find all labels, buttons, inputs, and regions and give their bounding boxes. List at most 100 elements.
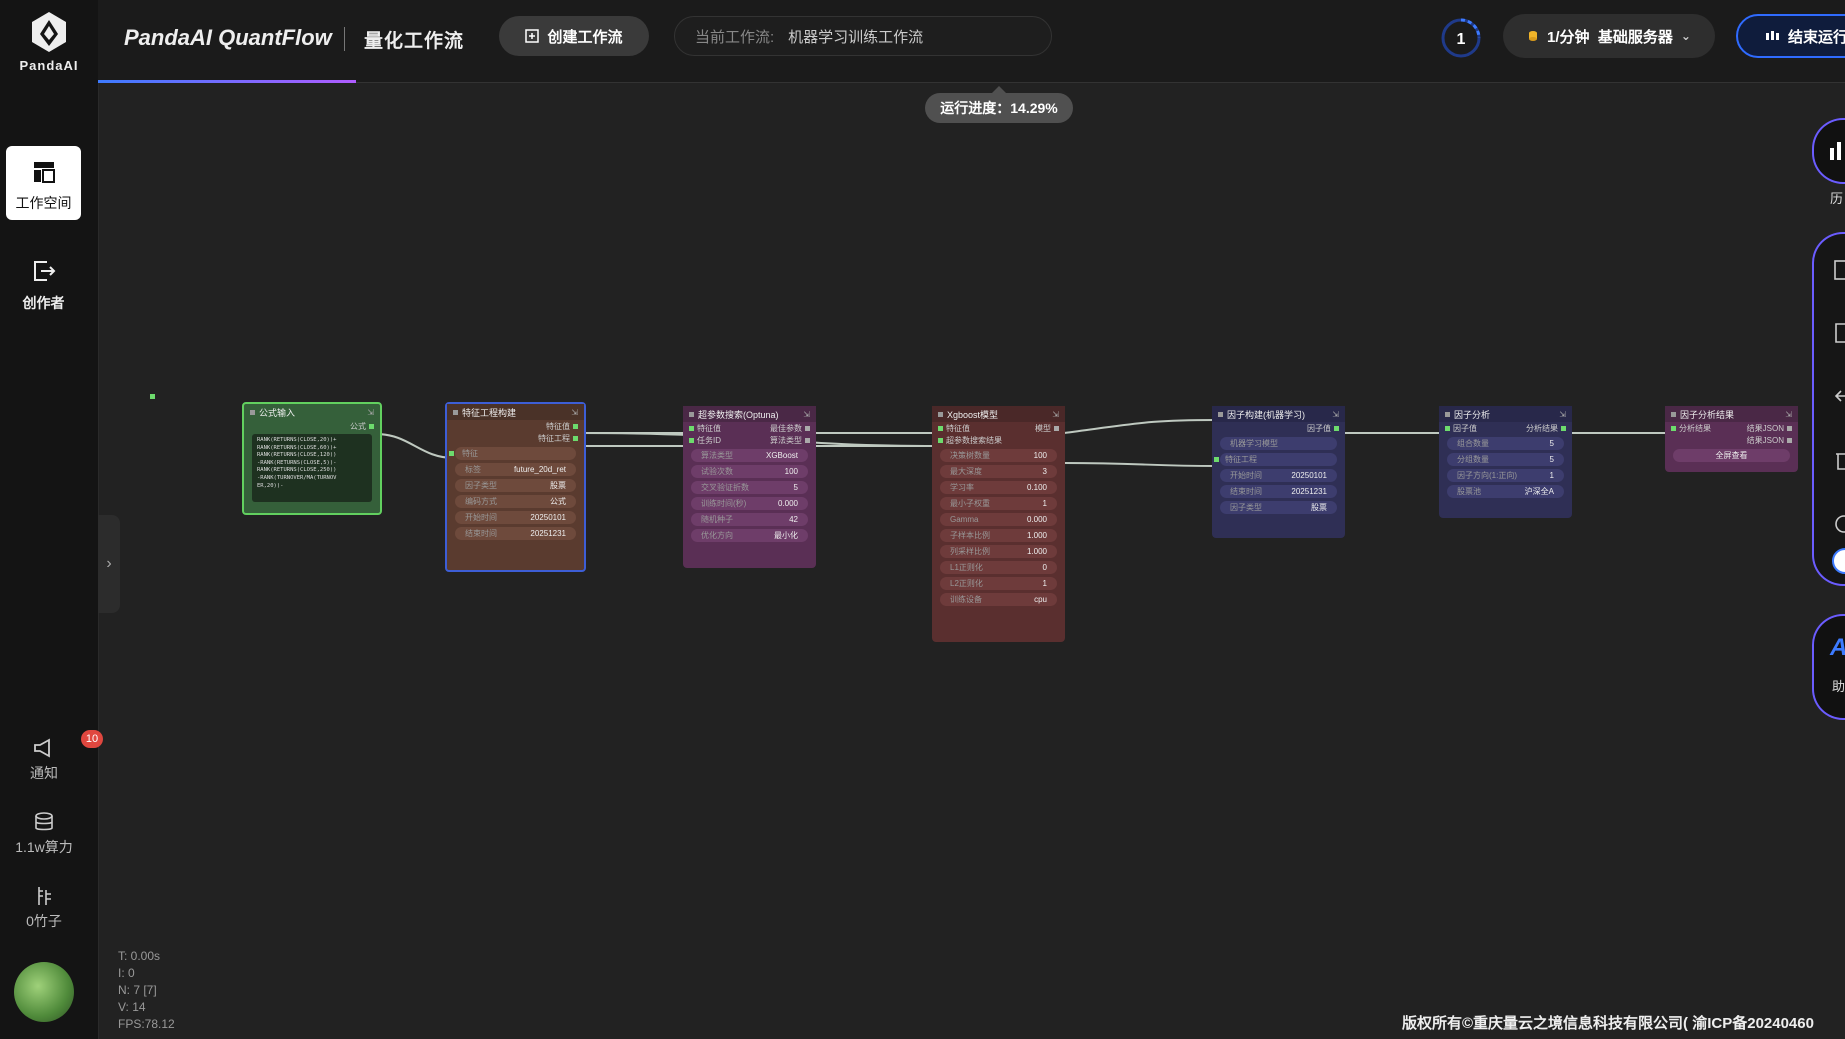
output-port[interactable] xyxy=(805,425,810,431)
widget-value: 1.000 xyxy=(1026,531,1047,540)
node-widget[interactable]: 编码方式 公式 xyxy=(455,495,576,508)
resize-icon[interactable]: ⇲ xyxy=(367,408,374,417)
node-widget[interactable]: 训练设备 cpu xyxy=(940,593,1057,606)
arrow-left-icon[interactable] xyxy=(1834,388,1845,404)
node-widget[interactable]: 因子类型 股票 xyxy=(455,479,576,492)
node-collapse-icon[interactable] xyxy=(453,409,458,415)
node-widget[interactable]: 分组数量 5 xyxy=(1447,453,1564,466)
widget-value: 0 xyxy=(1042,563,1047,572)
node-widget[interactable]: 学习率 0.100 xyxy=(940,481,1057,494)
sidebar-item-workspace[interactable]: 工作空间 xyxy=(6,146,81,220)
formula-line: -RANK(RETURNS(CLOSE,5))- xyxy=(257,459,337,466)
input-port[interactable] xyxy=(449,451,454,456)
bamboo-icon xyxy=(38,887,51,905)
input-port[interactable] xyxy=(689,425,694,431)
node-widget[interactable]: 训练时间(秒) 0.000 xyxy=(691,497,808,510)
end-run-button[interactable]: 结束运行 xyxy=(1736,14,1845,58)
node-widget[interactable]: 最大深度 3 xyxy=(940,465,1057,478)
node-widget[interactable]: 开始时间 20250101 xyxy=(455,511,576,524)
node-collapse-icon[interactable] xyxy=(1218,411,1223,417)
node-collapse-icon[interactable] xyxy=(689,411,694,417)
node-feature-engineering[interactable]: 特征工程构建 ⇲ 特征值 特征工程 特征 标签 future_20d_ret 因子类… xyxy=(445,402,586,572)
node-widget[interactable]: Gamma 0.000 xyxy=(940,513,1057,526)
node-widget[interactable]: 股票池 沪深全A xyxy=(1447,485,1564,498)
node-widget[interactable]: L1正则化 0 xyxy=(940,561,1057,574)
compute-balance[interactable]: 1.1w算力 xyxy=(0,812,88,857)
avatar[interactable] xyxy=(14,962,74,1022)
output-port[interactable] xyxy=(1787,437,1792,443)
node-widget[interactable]: L2正则化 1 xyxy=(940,577,1057,590)
save-icon[interactable] xyxy=(1834,260,1845,280)
node-widget[interactable]: 结束时间 20251231 xyxy=(1220,485,1337,498)
bamboo-balance[interactable]: 0竹子 xyxy=(0,886,88,931)
node-factor-result[interactable]: 因子分析结果 ⇲ 分析结果 结果JSON 结果JSON 全屏查看 xyxy=(1665,406,1798,472)
create-workflow-button[interactable]: 创建工作流 xyxy=(499,16,649,56)
output-port[interactable] xyxy=(1054,425,1059,431)
output-label: 公式 xyxy=(350,421,366,431)
node-formula-input[interactable]: 公式输入 ⇲ 公式 RANK(RETURNS(CLOSE,20))+ RANK(R… xyxy=(242,402,382,515)
output-port[interactable] xyxy=(1561,425,1566,431)
output-port[interactable] xyxy=(1334,425,1339,431)
node-widget[interactable]: 特征工程 xyxy=(1214,453,1337,466)
node-widget[interactable]: 机器学习模型 xyxy=(1220,437,1337,450)
toggle-knob[interactable] xyxy=(1832,548,1845,574)
output-port[interactable] xyxy=(573,435,578,441)
node-widget[interactable]: 组合数量 5 xyxy=(1447,437,1564,450)
widget-key: 编码方式 xyxy=(465,497,497,506)
input-port[interactable] xyxy=(689,437,694,443)
node-collapse-icon[interactable] xyxy=(250,409,255,415)
node-collapse-icon[interactable] xyxy=(1671,411,1676,417)
input-port[interactable] xyxy=(1445,425,1450,431)
node-widget[interactable]: 列采样比例 1.000 xyxy=(940,545,1057,558)
node-factor-analysis[interactable]: 因子分析 ⇲ 因子值 分析结果 组合数量 5 分组数量 5 因子方向(1:正向) 1 股票… xyxy=(1439,406,1572,518)
output-port[interactable] xyxy=(805,437,810,443)
node-widget[interactable]: 因子类型 股票 xyxy=(1220,501,1337,514)
brand-logo[interactable]: PandaAI xyxy=(0,10,98,73)
resize-icon[interactable]: ⇲ xyxy=(1332,410,1339,419)
node-optuna-search[interactable]: 超参数搜索(Optuna) ⇲ 特征值 最佳参数 任务ID 算法类型 算法类型 XGBo… xyxy=(683,406,816,568)
node-widget[interactable]: 交叉验证折数 5 xyxy=(691,481,808,494)
node-widget[interactable]: 最小子权重 1 xyxy=(940,497,1057,510)
node-widget[interactable]: 决策树数量 100 xyxy=(940,449,1057,462)
output-port[interactable] xyxy=(1787,425,1792,431)
sidebar-item-creator[interactable]: 创作者 xyxy=(6,258,81,328)
output-port[interactable] xyxy=(369,423,374,429)
node-widget[interactable]: 随机种子 42 xyxy=(691,513,808,526)
output-port[interactable] xyxy=(573,423,578,429)
node-collapse-icon[interactable] xyxy=(938,411,943,417)
node-widget[interactable]: 结束时间 20251231 xyxy=(455,527,576,540)
panda-logo-icon xyxy=(32,12,66,52)
current-workflow-field[interactable]: 当前工作流: 机器学习训练工作流 xyxy=(674,16,1052,56)
export-icon[interactable] xyxy=(1834,322,1845,344)
node-widget[interactable]: 子样本比例 1.000 xyxy=(940,529,1057,542)
node-collapse-icon[interactable] xyxy=(1445,411,1450,417)
node-widget[interactable]: 算法类型 XGBoost xyxy=(691,449,808,462)
input-port[interactable] xyxy=(938,437,943,443)
notify-button[interactable]: 10 通知 xyxy=(0,730,103,783)
fullscreen-view-button[interactable]: 全屏查看 xyxy=(1673,449,1790,462)
right-panel-assistant[interactable]: A 助 xyxy=(1812,614,1845,720)
node-widget[interactable]: 开始时间 20250101 xyxy=(1220,469,1337,482)
resize-icon[interactable]: ⇲ xyxy=(1785,410,1792,419)
resize-icon[interactable]: ⇲ xyxy=(803,410,810,419)
node-widget[interactable]: 试验次数 100 xyxy=(691,465,808,478)
input-port[interactable] xyxy=(1214,457,1219,462)
widget-key: 子样本比例 xyxy=(950,531,990,540)
input-port[interactable] xyxy=(1671,425,1676,431)
node-widget[interactable]: 标签 future_20d_ret xyxy=(455,463,576,476)
input-port[interactable] xyxy=(938,425,943,431)
node-widget[interactable]: 因子方向(1:正向) 1 xyxy=(1447,469,1564,482)
resize-icon[interactable]: ⇲ xyxy=(1559,410,1566,419)
trash-icon[interactable] xyxy=(1834,450,1845,470)
widget-value: 100 xyxy=(784,467,798,476)
resize-icon[interactable]: ⇲ xyxy=(571,408,578,417)
search-icon[interactable] xyxy=(1834,514,1845,534)
node-widget[interactable]: 优化方向 最小化 xyxy=(691,529,808,542)
panel-expand-tab[interactable]: › xyxy=(98,515,120,613)
run-queue-indicator[interactable]: 1 xyxy=(1440,17,1482,59)
node-factor-build[interactable]: 因子构建(机器学习) ⇲ 因子值 机器学习模型 特征工程 开始时间 20250101… xyxy=(1212,406,1345,538)
server-select[interactable]: 1/分钟 基础服务器 ⌄ xyxy=(1503,14,1715,58)
resize-icon[interactable]: ⇲ xyxy=(1052,410,1059,419)
formula-textarea[interactable]: RANK(RETURNS(CLOSE,20))+ RANK(RETURNS(CL… xyxy=(252,434,372,502)
node-xgboost-model[interactable]: Xgboost模型 ⇲ 特征值 模型 超参数搜索结果 决策树数量 100 最大深度 3 … xyxy=(932,406,1065,642)
